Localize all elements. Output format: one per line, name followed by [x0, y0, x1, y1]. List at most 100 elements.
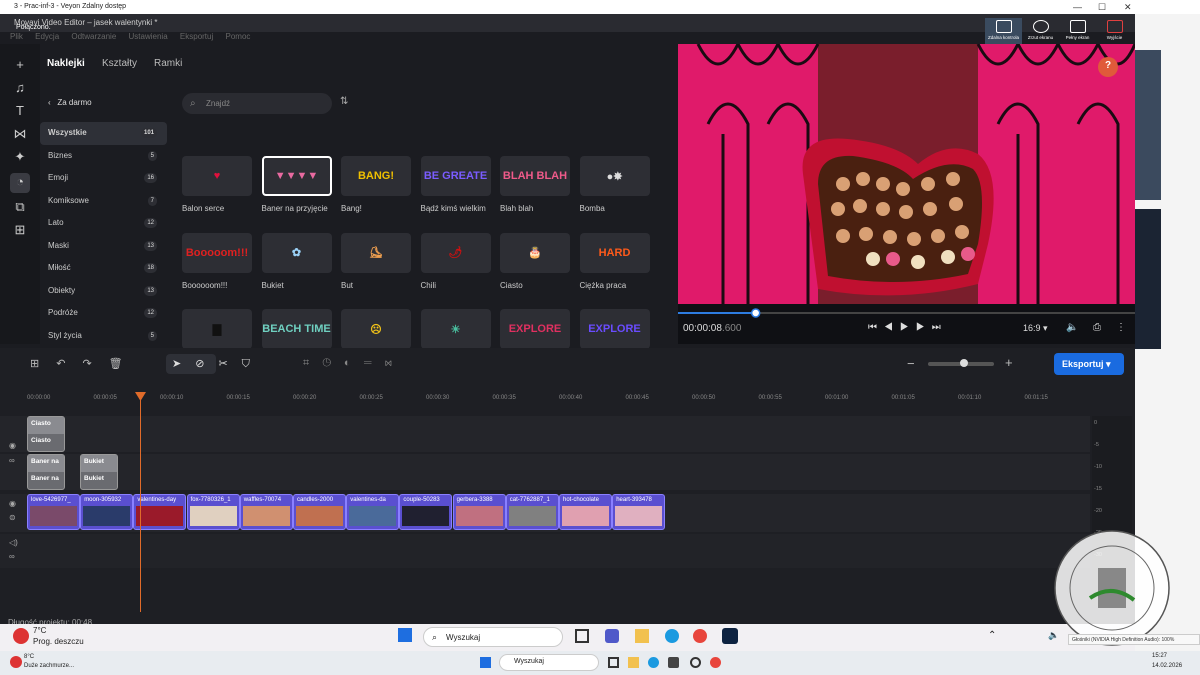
- sticker-clip[interactable]: Baner na Baner na: [27, 454, 65, 490]
- sticker-item[interactable]: 🌶 Chili: [420, 232, 491, 293]
- cut-icon[interactable]: ✂: [218, 358, 241, 370]
- menu-playback[interactable]: Odtwarzanie: [71, 32, 116, 41]
- sticker-clip[interactable]: Bukiet Bukiet: [80, 454, 118, 490]
- menu-file[interactable]: Plik: [10, 32, 23, 41]
- close-icon[interactable]: ✕: [1124, 0, 1132, 14]
- veyon-icon[interactable]: [690, 657, 701, 668]
- category-item[interactable]: Styl życia 5: [40, 325, 167, 348]
- video-clip[interactable]: cat-7762887_1: [505, 494, 559, 530]
- category-item[interactable]: Obiekty 13: [40, 280, 167, 303]
- step-forward-icon[interactable]: ▶: [916, 322, 932, 333]
- zoom-in-icon[interactable]: +: [1005, 355, 1013, 370]
- weather-icon[interactable]: [13, 628, 29, 644]
- sticker-item[interactable]: HARD Ciężka praca: [579, 232, 650, 293]
- split-mode-icon[interactable]: ⊘: [195, 358, 218, 370]
- sticker-clip[interactable]: Ciasto Ciasto: [27, 416, 65, 452]
- speed-icon[interactable]: ◷: [322, 357, 344, 369]
- transitions-icon[interactable]: ⋈: [11, 125, 29, 143]
- local-app-icon[interactable]: [668, 657, 679, 668]
- video-clip[interactable]: heart-393478: [612, 494, 666, 530]
- local-start-icon[interactable]: [480, 657, 491, 668]
- menu-help[interactable]: Pomoc: [226, 32, 251, 41]
- zoom-slider-thumb[interactable]: [960, 359, 969, 367]
- sticker-item[interactable]: BE GREATE Bądź kimś wielkim: [420, 156, 491, 216]
- category-item[interactable]: Lato 12: [40, 212, 167, 235]
- redo-icon[interactable]: ↷: [82, 358, 108, 370]
- sticker-item[interactable]: 🎂 Ciasto: [500, 232, 570, 293]
- start-icon[interactable]: [398, 628, 412, 642]
- sticker-item[interactable]: BANG! Bang!: [341, 156, 411, 216]
- sticker-item[interactable]: BLAH BLAH Blah blah: [500, 156, 570, 216]
- snapshot-icon[interactable]: ⎙: [1093, 322, 1101, 333]
- tab-stickers[interactable]: Naklejki: [47, 58, 85, 69]
- category-item[interactable]: Komiksowe 7: [40, 190, 167, 213]
- apps-icon[interactable]: ⊞: [11, 221, 29, 239]
- tab-frames[interactable]: Ramki: [154, 58, 182, 69]
- titles-icon[interactable]: T: [11, 102, 29, 120]
- local-chrome-icon[interactable]: [710, 657, 721, 668]
- local-edge-icon[interactable]: [648, 657, 659, 668]
- step-back-icon[interactable]: ◀: [884, 322, 900, 333]
- music-icon[interactable]: ♫: [11, 79, 29, 97]
- select-cursor-icon[interactable]: ➤: [172, 358, 195, 370]
- local-task-view-icon[interactable]: [608, 657, 619, 668]
- aspect-ratio-select[interactable]: 16:9 ▾: [1023, 323, 1048, 334]
- sticker-item[interactable]: Booooom!!! Boooooom!!!: [182, 232, 252, 293]
- transition-icon[interactable]: ⋈: [385, 357, 405, 369]
- category-item[interactable]: Biznes 5: [40, 145, 167, 168]
- player-progress-thumb[interactable]: [750, 308, 761, 318]
- playhead[interactable]: [140, 396, 141, 612]
- more-tools-icon[interactable]: ⧉: [11, 198, 29, 216]
- maximize-icon[interactable]: ☐: [1098, 0, 1106, 14]
- crop-icon[interactable]: ⌗: [303, 357, 322, 369]
- sticker-item[interactable]: ♥ Balon serce: [182, 156, 252, 216]
- video-clip[interactable]: gerbera-3388: [452, 494, 506, 530]
- play-icon[interactable]: ▶: [900, 322, 916, 333]
- category-item[interactable]: Maski 13: [40, 235, 167, 258]
- video-clip[interactable]: couple-50283: [399, 494, 453, 530]
- local-explorer-icon[interactable]: [628, 657, 639, 668]
- delete-icon[interactable]: 🗑: [109, 358, 140, 370]
- teams-icon[interactable]: [605, 629, 619, 643]
- sort-icon[interactable]: ⇅: [340, 96, 348, 107]
- stickers-icon[interactable]: ◔: [10, 173, 30, 193]
- adjust-icon[interactable]: ⚌: [364, 357, 385, 369]
- menu-settings[interactable]: Ustawienia: [129, 32, 168, 41]
- skip-end-icon[interactable]: ⏭: [932, 322, 948, 333]
- category-item[interactable]: Podróże 12: [40, 302, 167, 325]
- movavi-icon[interactable]: [722, 628, 738, 644]
- task-view-icon[interactable]: [575, 629, 589, 643]
- video-clip[interactable]: moon-305932: [80, 494, 134, 530]
- sticker-item[interactable]: ▼▼▼▼ Baner na przyjęcie: [261, 156, 332, 216]
- category-item[interactable]: Emoji 16: [40, 167, 167, 190]
- shield-icon[interactable]: ⛉: [242, 358, 264, 370]
- video-clip[interactable]: waffles-70074: [239, 494, 293, 530]
- menu-export[interactable]: Eksportuj: [180, 32, 213, 41]
- video-lock-icon[interactable]: ⊜: [9, 513, 16, 522]
- add-track-icon[interactable]: ⊞: [30, 358, 56, 370]
- tray-chevron-icon[interactable]: ⌃: [988, 630, 996, 641]
- minimize-icon[interactable]: —: [1073, 0, 1082, 14]
- audio-link-icon[interactable]: ∞: [9, 552, 15, 561]
- chrome-icon[interactable]: [693, 629, 707, 643]
- time-ruler[interactable]: 00:00:00 00:00:05 00:00:10 00:00:15 00:00:20…: [0, 392, 1090, 410]
- sticker-item[interactable]: ✿ Bukiet: [261, 232, 332, 293]
- more-options-icon[interactable]: ⋮: [1116, 322, 1126, 333]
- category-item[interactable]: Wszystkie 101: [40, 122, 167, 145]
- add-media-icon[interactable]: +: [11, 56, 29, 74]
- export-button[interactable]: Eksportuj ▾: [1054, 353, 1124, 375]
- track-visibility-icon[interactable]: ◉: [9, 441, 16, 450]
- track-link-icon[interactable]: ∞: [9, 456, 15, 465]
- video-clip[interactable]: fox-7780326_1: [186, 494, 240, 530]
- category-item[interactable]: Miłość 18: [40, 257, 167, 280]
- color-icon[interactable]: ◐: [344, 357, 364, 369]
- menu-edit[interactable]: Edycja: [35, 32, 59, 41]
- sticker-item[interactable]: ⛸ But: [341, 232, 411, 293]
- remote-search-box[interactable]: ⌕ Wyszukaj: [423, 627, 563, 647]
- search-input[interactable]: Znajdź: [182, 93, 332, 114]
- video-clip[interactable]: valentines-da: [346, 494, 400, 530]
- tab-shapes[interactable]: Kształty: [102, 58, 137, 69]
- video-visibility-icon[interactable]: ◉: [9, 499, 16, 508]
- volume-icon[interactable]: 🔈: [1066, 322, 1078, 333]
- video-clip[interactable]: candles-2000: [293, 494, 346, 530]
